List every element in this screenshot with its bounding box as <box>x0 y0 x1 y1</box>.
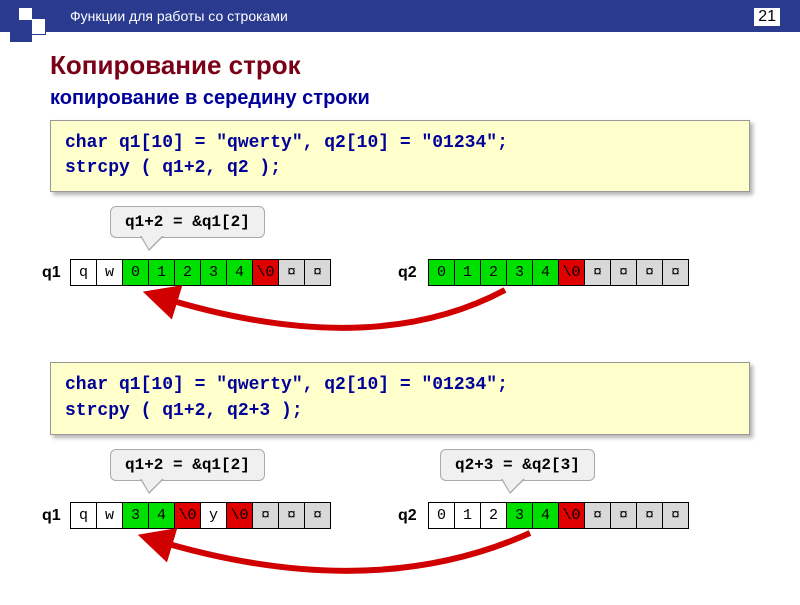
array-cell: 4 <box>149 502 175 528</box>
array-cell: 4 <box>533 260 559 286</box>
array-cell: y <box>201 502 227 528</box>
page-number: 21 <box>754 8 780 26</box>
array-cell: 0 <box>429 260 455 286</box>
array-cell: ¤ <box>611 260 637 286</box>
array-label-q2: q2 <box>398 507 417 525</box>
array-cell: ¤ <box>279 502 305 528</box>
code-line: char q1[10] = "qwerty", q2[10] = "01234"… <box>65 373 735 398</box>
array-cell: \0 <box>559 502 585 528</box>
array-cell: 3 <box>201 260 227 286</box>
array-cell: ¤ <box>637 502 663 528</box>
diagram-2: q1+2 = &q1[2] q2+3 = &q2[3] q1 qw34\0y\0… <box>50 455 750 595</box>
code-line: char q1[10] = "qwerty", q2[10] = "01234"… <box>65 131 735 156</box>
header-title: Функции для работы со строками <box>70 8 288 24</box>
array-cell: ¤ <box>253 502 279 528</box>
slide-header: Функции для работы со строками <box>0 0 800 32</box>
code-block-2: char q1[10] = "qwerty", q2[10] = "01234"… <box>50 362 750 434</box>
array-cell: 1 <box>455 502 481 528</box>
diagram-1: q1+2 = &q1[2] q1 qw01234\0¤¤ q2 01234\0¤… <box>50 212 750 342</box>
array-cell: ¤ <box>305 502 331 528</box>
array-cell: \0 <box>559 260 585 286</box>
array-cell: w <box>97 502 123 528</box>
array-cell: \0 <box>175 502 201 528</box>
array-cell: 1 <box>455 260 481 286</box>
array-cell: ¤ <box>279 260 305 286</box>
array-cell: 3 <box>123 502 149 528</box>
array-cell: 0 <box>429 502 455 528</box>
code-line: strcpy ( q1+2, q2 ); <box>65 156 735 181</box>
array-cell: 3 <box>507 260 533 286</box>
page-subtitle: копирование в середину строки <box>50 87 750 110</box>
array-cell: ¤ <box>663 260 689 286</box>
array-cell: ¤ <box>585 260 611 286</box>
array-cell: ¤ <box>663 502 689 528</box>
code-block-1: char q1[10] = "qwerty", q2[10] = "01234"… <box>50 120 750 192</box>
hint-bubble: q1+2 = &q1[2] <box>110 206 265 238</box>
array-cell: ¤ <box>305 260 331 286</box>
array-q2: 01234\0¤¤¤¤ <box>428 502 689 529</box>
hint-bubble: q1+2 = &q1[2] <box>110 449 265 481</box>
array-cell: 3 <box>507 502 533 528</box>
slide-content: Копирование строк копирование в середину… <box>0 32 800 595</box>
array-label-q2: q2 <box>398 264 417 282</box>
hint-bubble: q2+3 = &q2[3] <box>440 449 595 481</box>
array-cell: 2 <box>481 502 507 528</box>
array-cell: 1 <box>149 260 175 286</box>
page-title: Копирование строк <box>50 50 750 81</box>
array-cell: q <box>71 502 97 528</box>
array-cell: q <box>71 260 97 286</box>
array-q2: 01234\0¤¤¤¤ <box>428 259 689 286</box>
array-cell: 4 <box>227 260 253 286</box>
array-cell: 0 <box>123 260 149 286</box>
array-q1: qw01234\0¤¤ <box>70 259 331 286</box>
array-q1: qw34\0y\0¤¤¤ <box>70 502 331 529</box>
array-cell: \0 <box>253 260 279 286</box>
array-label-q1: q1 <box>42 507 61 525</box>
array-cell: 2 <box>175 260 201 286</box>
array-cell: ¤ <box>585 502 611 528</box>
array-cell: 2 <box>481 260 507 286</box>
array-cell: 4 <box>533 502 559 528</box>
array-cell: ¤ <box>637 260 663 286</box>
code-line: strcpy ( q1+2, q2+3 ); <box>65 399 735 424</box>
array-label-q1: q1 <box>42 264 61 282</box>
array-cell: w <box>97 260 123 286</box>
array-cell: ¤ <box>611 502 637 528</box>
array-cell: \0 <box>227 502 253 528</box>
